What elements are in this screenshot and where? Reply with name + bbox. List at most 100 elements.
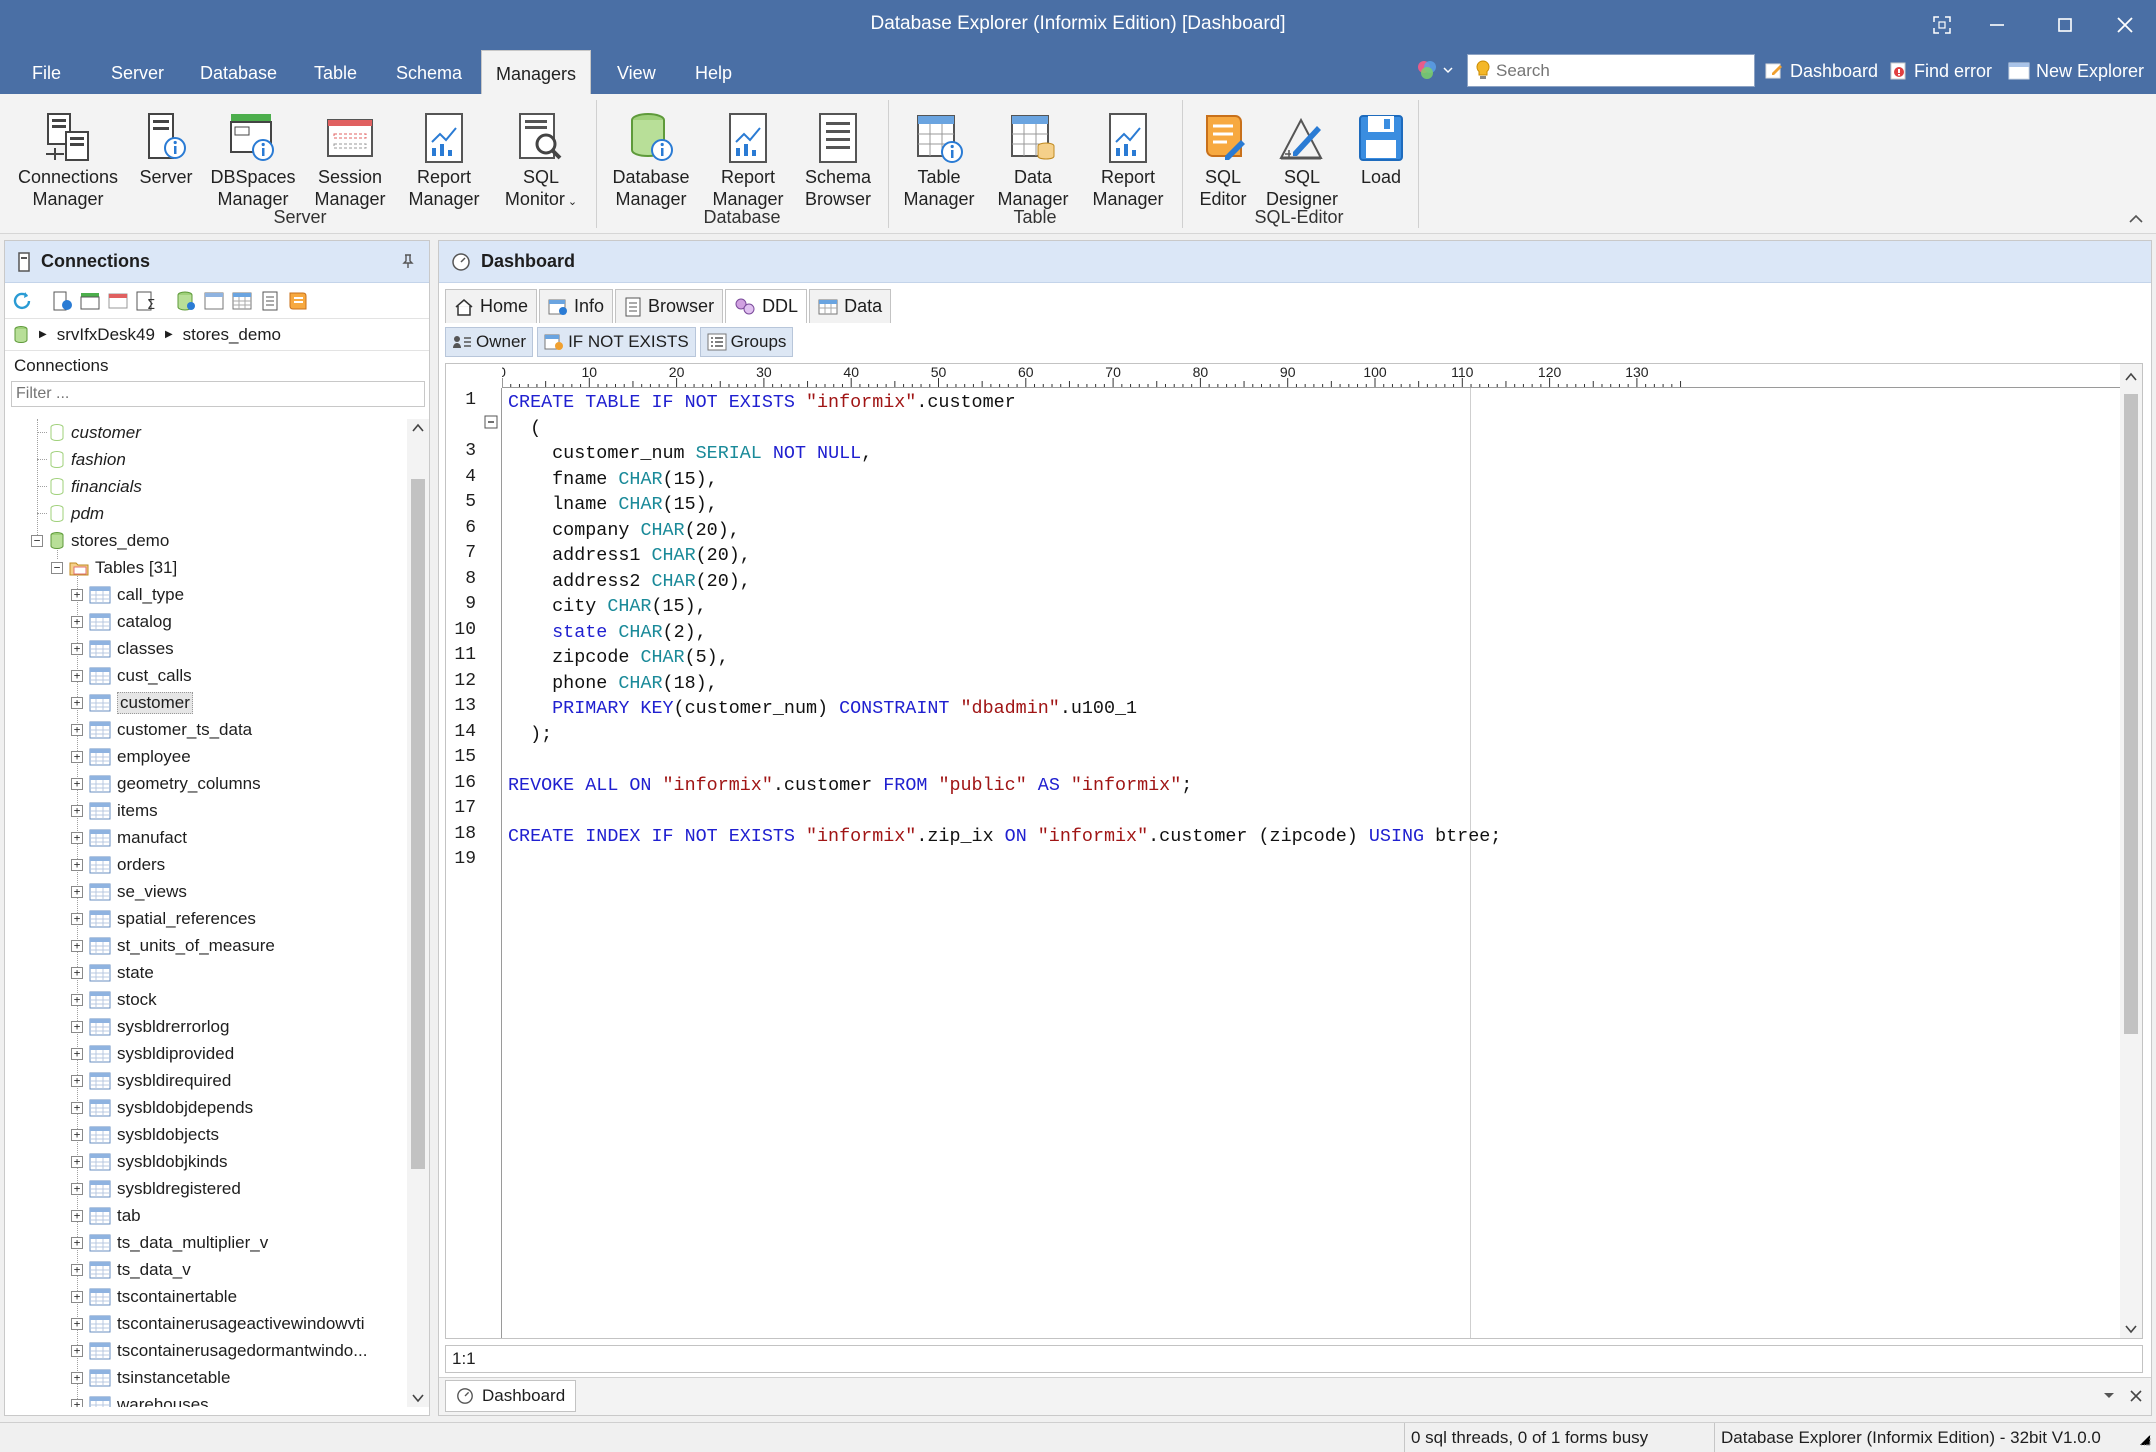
- tree-db-pdm[interactable]: pdm: [49, 500, 104, 527]
- sql-editor-button[interactable]: SQL Editor: [1190, 100, 1256, 210]
- dbspaces-manager-button[interactable]: DBSpaces Manager: [206, 100, 300, 210]
- expand-icon[interactable]: +: [71, 1263, 83, 1276]
- schema-browser-button[interactable]: Schema Browser: [798, 100, 878, 210]
- tree-table-item[interactable]: + sysbldregistered: [71, 1175, 241, 1202]
- tree-scrollbar[interactable]: [407, 419, 429, 1407]
- expand-icon[interactable]: +: [71, 696, 83, 709]
- data-manager-button[interactable]: Data Manager: [990, 100, 1076, 210]
- tree-table-item[interactable]: + customer_ts_data: [71, 716, 252, 743]
- expand-icon[interactable]: +: [71, 804, 83, 817]
- tree-table-item[interactable]: + sysbldrerrorlog: [71, 1013, 229, 1040]
- expand-icon[interactable]: +: [71, 993, 83, 1006]
- tree-table-item[interactable]: + tscontainerusageactivewindowvti: [71, 1310, 365, 1337]
- menu-managers[interactable]: Managers: [481, 50, 592, 95]
- tree-table-item[interactable]: + employee: [71, 743, 191, 770]
- sql-sum-icon[interactable]: Σ: [135, 290, 157, 312]
- tree-table-item[interactable]: + items: [71, 797, 158, 824]
- database-small-icon[interactable]: [175, 290, 197, 312]
- tab-home[interactable]: Home: [445, 289, 538, 323]
- expand-icon[interactable]: +: [71, 750, 83, 763]
- expand-icon[interactable]: +: [71, 669, 83, 682]
- expand-icon[interactable]: +: [71, 939, 83, 952]
- expand-icon[interactable]: +: [71, 1236, 83, 1249]
- expand-icon[interactable]: +: [71, 642, 83, 655]
- tab-info[interactable]: Info: [539, 289, 614, 323]
- tab-data[interactable]: Data: [809, 289, 892, 323]
- tree-table-item[interactable]: + tscontainertable: [71, 1283, 237, 1310]
- tree-table-item[interactable]: + state: [71, 959, 154, 986]
- tree-db-customer[interactable]: customer: [49, 419, 141, 446]
- tree-table-item[interactable]: + tsinstancetable: [71, 1364, 230, 1391]
- tree-table-item[interactable]: + ts_data_multiplier_v: [71, 1229, 268, 1256]
- tree-table-item[interactable]: + call_type: [71, 581, 184, 608]
- menu-help[interactable]: Help: [681, 50, 746, 94]
- server-add-icon[interactable]: [51, 290, 73, 312]
- expand-icon[interactable]: +: [71, 966, 83, 979]
- tree-table-item[interactable]: + sysbldirequired: [71, 1067, 231, 1094]
- maximize-button[interactable]: [2045, 8, 2085, 42]
- search-box[interactable]: [1467, 54, 1755, 87]
- editor-scrollbar[interactable]: [2120, 364, 2142, 1338]
- scrollbar-thumb[interactable]: [2124, 394, 2138, 1034]
- dbspace-icon[interactable]: [79, 290, 101, 312]
- expand-icon[interactable]: +: [71, 1047, 83, 1060]
- server-button[interactable]: Server: [134, 100, 198, 188]
- tree-table-item[interactable]: + sysbldobjkinds: [71, 1148, 228, 1175]
- expand-icon[interactable]: +: [71, 885, 83, 898]
- ddl-editor[interactable]: 0102030405060708090100110120130 13456789…: [445, 363, 2143, 1339]
- expand-icon[interactable]: +: [71, 1155, 83, 1168]
- pin-icon[interactable]: [401, 253, 415, 269]
- tree-table-item[interactable]: + sysbldiprovided: [71, 1040, 234, 1067]
- menu-table[interactable]: Table: [300, 50, 371, 94]
- menu-database[interactable]: Database: [186, 50, 291, 94]
- close-button[interactable]: [2105, 8, 2145, 42]
- tree-table-item[interactable]: + catalog: [71, 608, 172, 635]
- tab-ddl[interactable]: DDL: [725, 289, 808, 323]
- fold-collapse-icon[interactable]: [484, 415, 498, 429]
- expand-icon[interactable]: +: [71, 1209, 83, 1222]
- if-not-exists-toggle[interactable]: IF NOT EXISTS: [537, 327, 696, 357]
- menu-view[interactable]: View: [603, 50, 670, 94]
- expand-icon[interactable]: +: [71, 912, 83, 925]
- session-manager-button[interactable]: Session Manager: [306, 100, 394, 210]
- theme-palette-button[interactable]: [1414, 58, 1456, 89]
- dashboard-quick-button[interactable]: Dashboard: [1764, 56, 1878, 86]
- collapse-icon[interactable]: −: [51, 561, 63, 574]
- minimize-button[interactable]: [1977, 8, 2017, 42]
- sql-editor-small-icon[interactable]: [287, 290, 309, 312]
- filter-input[interactable]: [12, 382, 424, 406]
- tree-table-item[interactable]: + tab: [71, 1202, 141, 1229]
- tree-table-item[interactable]: + warehouses: [71, 1391, 209, 1407]
- window-small-icon[interactable]: [203, 290, 225, 312]
- tree-table-item[interactable]: + geometry_columns: [71, 770, 261, 797]
- tree-table-item[interactable]: + manufact: [71, 824, 187, 851]
- tree-table-item[interactable]: + se_views: [71, 878, 187, 905]
- chevron-right-icon[interactable]: ▶: [165, 329, 173, 340]
- expand-icon[interactable]: +: [71, 1128, 83, 1141]
- tab-browser[interactable]: Browser: [615, 289, 724, 323]
- expand-icon[interactable]: +: [71, 1371, 83, 1384]
- expand-icon[interactable]: +: [71, 1344, 83, 1357]
- session-small-icon[interactable]: [107, 290, 129, 312]
- expand-icon[interactable]: +: [71, 777, 83, 790]
- tree-table-item[interactable]: + ts_data_v: [71, 1256, 191, 1283]
- expand-icon[interactable]: +: [71, 1317, 83, 1330]
- tree-table-item[interactable]: + sysbldobjdepends: [71, 1094, 253, 1121]
- filter-field[interactable]: [11, 381, 425, 407]
- document-small-icon[interactable]: [259, 290, 281, 312]
- owner-toggle[interactable]: Owner: [445, 327, 534, 357]
- table-manager-button[interactable]: Table Manager: [896, 100, 982, 210]
- tree-db-financials[interactable]: financials: [49, 473, 142, 500]
- load-button[interactable]: Load: [1350, 100, 1412, 188]
- tree-table-item[interactable]: + tscontainerusagedormantwindo...: [71, 1337, 367, 1364]
- expand-icon[interactable]: +: [71, 723, 83, 736]
- connections-manager-button[interactable]: Connections Manager: [12, 100, 124, 210]
- collapse-ribbon-button[interactable]: [2128, 210, 2144, 230]
- tree-table-item[interactable]: + cust_calls: [71, 662, 192, 689]
- tree-table-item[interactable]: + sysbldobjects: [71, 1121, 219, 1148]
- menu-file[interactable]: File: [18, 50, 75, 94]
- breadcrumb-server[interactable]: srvIfxDesk49: [57, 325, 155, 345]
- expand-icon[interactable]: +: [71, 588, 83, 601]
- expand-icon[interactable]: +: [71, 1101, 83, 1114]
- tree-tables-folder[interactable]: − Tables [31]: [51, 554, 177, 581]
